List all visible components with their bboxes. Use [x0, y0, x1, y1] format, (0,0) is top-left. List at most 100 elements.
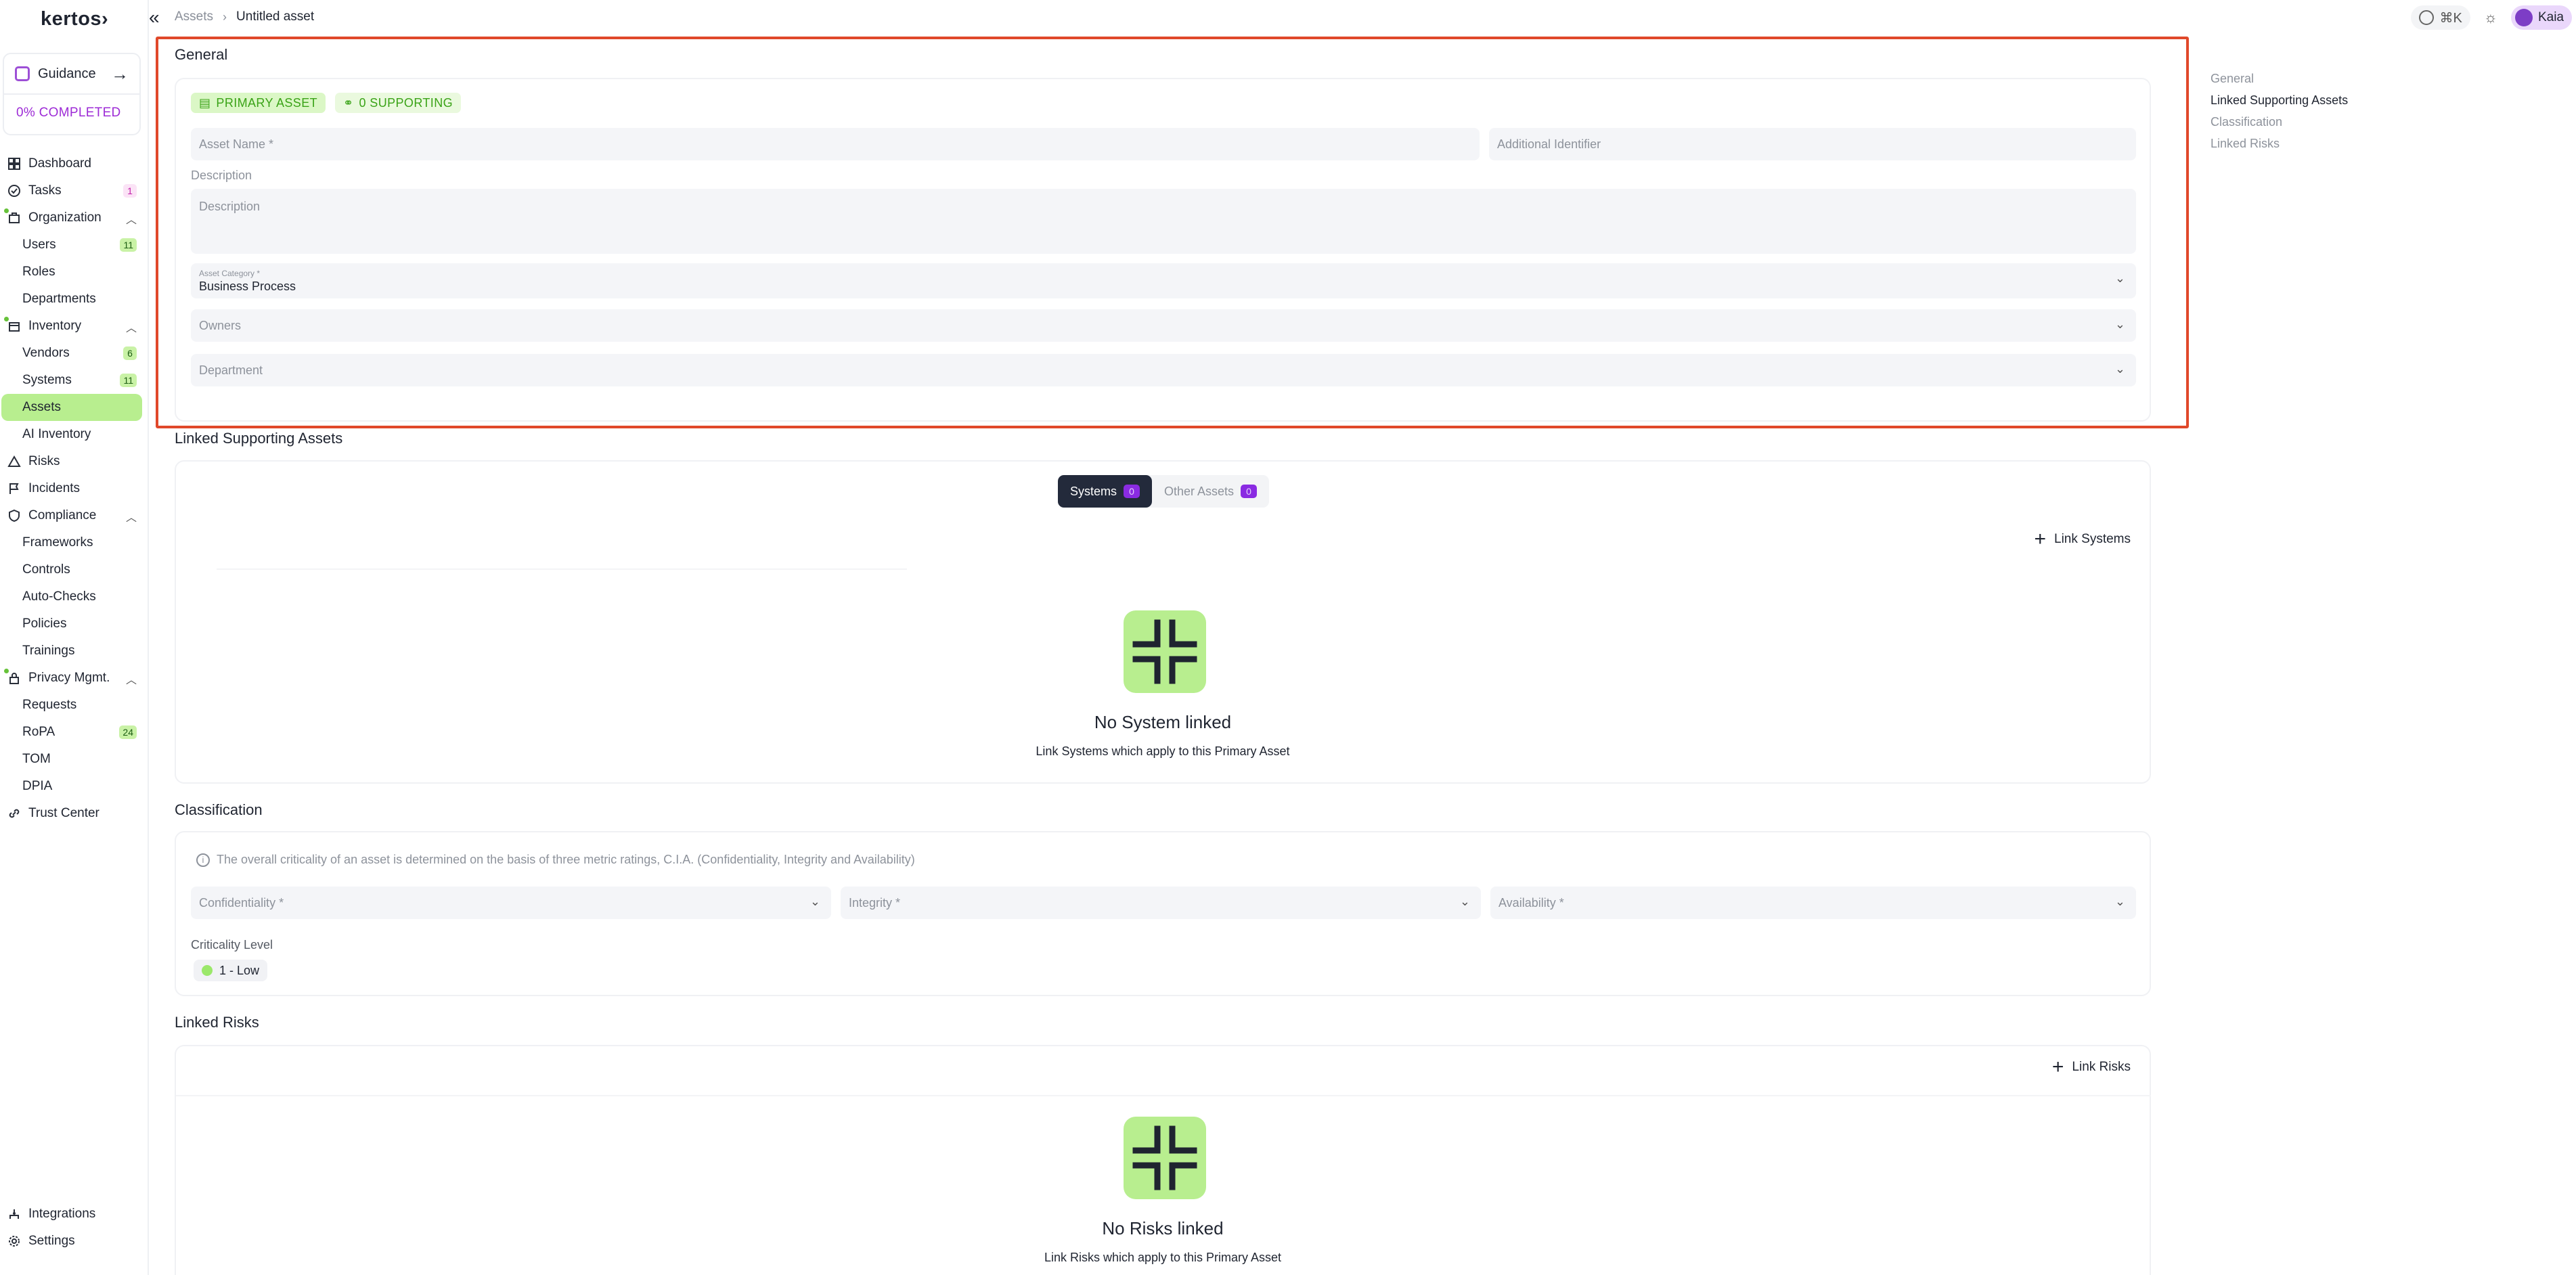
criticality-level-label: Criticality Level: [191, 938, 273, 952]
supporting-assets-tabs: Systems 0 Other Assets 0: [1058, 475, 1270, 508]
asset-name-placeholder: Asset Name *: [199, 137, 274, 151]
chevron-down-icon: ⌄: [2114, 895, 2125, 908]
user-menu-button[interactable]: Kaia: [2510, 5, 2572, 30]
plus-icon: +: [2034, 528, 2047, 550]
chevron-down-icon: ⌄: [1459, 895, 1470, 908]
sidebar-item-risks[interactable]: Risks: [0, 448, 149, 475]
asset-category-select[interactable]: Asset Category * Business Process ⌄: [191, 263, 2136, 298]
breadcrumb-current: Untitled asset: [236, 9, 315, 24]
criticality-level-value: 1 - Low: [219, 963, 260, 977]
bug-icon[interactable]: ☼: [2484, 9, 2497, 26]
description-textarea[interactable]: Description: [191, 189, 2136, 254]
chevron-up-icon[interactable]: ︿: [126, 508, 137, 524]
toc-item-general[interactable]: General: [2211, 68, 2348, 89]
guidance-header[interactable]: Guidance →: [4, 54, 139, 95]
sidebar-item-label: Systems: [22, 373, 72, 387]
owners-select[interactable]: Owners ⌄: [191, 309, 2136, 342]
command-palette-button[interactable]: ⌘K: [2411, 5, 2470, 30]
empty-state-icon: [1124, 610, 1206, 693]
link-risks-button[interactable]: + Link Risks: [2052, 1057, 2131, 1077]
sidebar-item-assets[interactable]: Assets: [1, 394, 142, 421]
additional-identifier-input[interactable]: Additional Identifier: [1489, 128, 2136, 160]
sidebar-item-systems[interactable]: Systems 11: [0, 367, 149, 394]
tab-other-assets[interactable]: Other Assets 0: [1152, 475, 1269, 508]
flag-icon: [7, 481, 22, 496]
primary-asset-tag[interactable]: ▤ PRIMARY ASSET: [191, 93, 326, 113]
criticality-dot: [202, 965, 213, 976]
arrow-right-icon[interactable]: →: [111, 64, 129, 85]
sidebar-item-roles[interactable]: Roles: [0, 259, 149, 286]
section-title-classification: Classification: [175, 801, 263, 818]
sidebar-item-auto-checks[interactable]: Auto-Checks: [0, 583, 149, 610]
description-label: Description: [191, 169, 252, 182]
sidebar-item-users[interactable]: Users 11: [0, 231, 149, 259]
sidebar-item-compliance[interactable]: Compliance ︿: [0, 502, 149, 529]
linked-supporting-assets-card: Systems 0 Other Assets 0 + Link Systems …: [175, 460, 2151, 784]
chevron-up-icon[interactable]: ︿: [126, 671, 137, 687]
users-count-badge: 11: [120, 238, 137, 252]
no-risks-linked-title: No Risks linked: [1102, 1218, 1224, 1238]
sidebar-item-incidents[interactable]: Incidents: [0, 475, 149, 502]
sidebar-item-privacy-mgmt[interactable]: Privacy Mgmt. ︿: [0, 665, 149, 692]
link-icon: ⚭: [343, 95, 354, 110]
sidebar-item-integrations[interactable]: Integrations: [0, 1201, 149, 1228]
sidebar-item-vendors[interactable]: Vendors 6: [0, 340, 149, 367]
chevron-up-icon[interactable]: ︿: [126, 210, 137, 227]
sidebar-item-label: Risks: [28, 454, 60, 468]
document-icon: ▤: [199, 95, 211, 110]
supporting-tag[interactable]: ⚭ 0 SUPPORTING: [335, 93, 461, 113]
sidebar-item-inventory[interactable]: Inventory ︿: [0, 313, 149, 340]
sidebar-item-departments[interactable]: Departments: [0, 286, 149, 313]
classification-card: i The overall criticality of an asset is…: [175, 831, 2151, 996]
table-header-placeholder: [176, 1095, 2151, 1096]
sidebar-item-label: Vendors: [22, 346, 70, 360]
sidebar-item-label: AI Inventory: [22, 427, 91, 441]
sidebar: kertos› Guidance → 0% COMPLETED Dashboar…: [0, 0, 149, 1275]
availability-select[interactable]: Availability * ⌄: [1490, 887, 2136, 919]
description-placeholder: Description: [199, 200, 261, 213]
sidebar-item-controls[interactable]: Controls: [0, 556, 149, 583]
avatar: [2514, 9, 2533, 26]
toc-item-linked-supporting-assets[interactable]: Linked Supporting Assets: [2211, 89, 2348, 111]
plus-icon: +: [2051, 1056, 2064, 1078]
notification-dot: [4, 669, 9, 673]
notification-dot: [4, 208, 9, 213]
breadcrumb-assets-link[interactable]: Assets: [175, 9, 213, 24]
guidance-widget[interactable]: Guidance → 0% COMPLETED: [3, 53, 141, 135]
department-select[interactable]: Department ⌄: [191, 354, 2136, 386]
asset-name-input[interactable]: Asset Name *: [191, 128, 1480, 160]
link-systems-label: Link Systems: [2054, 532, 2131, 546]
sidebar-item-organization[interactable]: Organization ︿: [0, 204, 149, 231]
kertos-logo[interactable]: kertos›: [41, 8, 108, 30]
sidebar-item-ropa[interactable]: RoPA 24: [0, 719, 149, 746]
sidebar-item-dashboard[interactable]: Dashboard: [0, 150, 149, 177]
collapse-sidebar-icon[interactable]: «: [149, 7, 160, 28]
guidance-label: Guidance: [38, 66, 96, 81]
integrity-select[interactable]: Integrity * ⌄: [841, 887, 1481, 919]
sidebar-item-trust-center[interactable]: Trust Center: [0, 800, 149, 827]
tab-systems[interactable]: Systems 0: [1058, 475, 1153, 508]
confidentiality-select[interactable]: Confidentiality * ⌄: [191, 887, 831, 919]
toc-item-linked-risks[interactable]: Linked Risks: [2211, 133, 2348, 154]
sidebar-item-trainings[interactable]: Trainings: [0, 638, 149, 665]
sidebar-item-requests[interactable]: Requests: [0, 692, 149, 719]
sidebar-item-settings[interactable]: Settings: [0, 1228, 149, 1255]
toc-item-classification[interactable]: Classification: [2211, 111, 2348, 133]
breadcrumb: Assets › Untitled asset: [175, 9, 314, 24]
link-systems-button[interactable]: + Link Systems: [2034, 529, 2131, 550]
sidebar-item-label: Departments: [22, 292, 96, 306]
sidebar-item-label: Incidents: [28, 481, 81, 495]
sidebar-item-ai-inventory[interactable]: AI Inventory: [0, 421, 149, 448]
sidebar-item-label: TOM: [22, 752, 51, 766]
general-card: ▤ PRIMARY ASSET ⚭ 0 SUPPORTING Asset Name …: [175, 78, 2151, 422]
sidebar-item-policies[interactable]: Policies: [0, 610, 149, 638]
sidebar-item-tasks[interactable]: Tasks 1: [0, 177, 149, 204]
sidebar-item-dpia[interactable]: DPIA: [0, 773, 149, 800]
sidebar-item-label: Policies: [22, 617, 67, 631]
sidebar-item-label: Controls: [22, 562, 70, 577]
sidebar-item-tom[interactable]: TOM: [0, 746, 149, 773]
sidebar-item-label: Users: [22, 238, 56, 252]
tab-systems-label: Systems: [1070, 484, 1117, 498]
chevron-up-icon[interactable]: ︿: [126, 319, 137, 335]
sidebar-item-frameworks[interactable]: Frameworks: [0, 529, 149, 556]
